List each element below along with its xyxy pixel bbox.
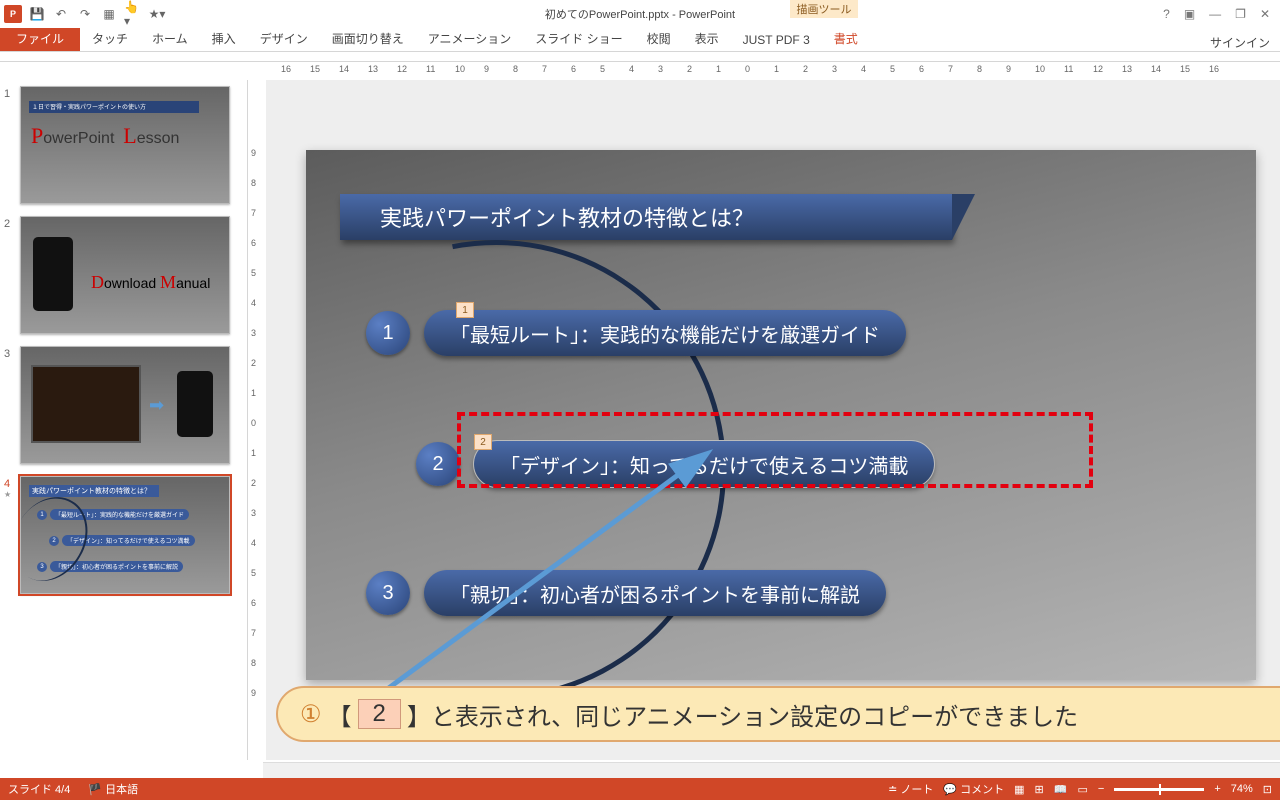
fit-to-window-icon[interactable]: ⊡ — [1263, 783, 1272, 796]
save-icon[interactable]: 💾 — [28, 5, 46, 23]
tab-design[interactable]: デザイン — [248, 26, 320, 51]
slide-item-1[interactable]: 1 「最短ルート」：実践的な機能だけを厳選ガイド — [366, 310, 906, 356]
callout-step-number: ① — [300, 700, 322, 729]
tab-home[interactable]: ホーム — [140, 26, 200, 51]
item-number-circle: 2 — [416, 442, 460, 486]
redo-icon[interactable]: ↷ — [76, 5, 94, 23]
tab-insert[interactable]: 挿入 — [200, 26, 248, 51]
status-bar: スライド 4/4 🏴 日本語 ≐ ノート 💬 コメント ▦ ⊞ 📖 ▭ − + … — [0, 778, 1280, 800]
tab-justpdf[interactable]: JUST PDF 3 — [731, 29, 822, 51]
phone-icon — [177, 371, 213, 437]
help-icon[interactable]: ? — [1163, 7, 1170, 21]
arrow-right-icon: ➡ — [149, 395, 164, 416]
tab-animation[interactable]: アニメーション — [416, 26, 524, 51]
normal-view-icon[interactable]: ▦ — [1014, 783, 1024, 796]
zoom-out-icon[interactable]: − — [1098, 783, 1104, 795]
item-number-circle: 3 — [366, 571, 410, 615]
instruction-callout: ① 【 2 】 と表示され、同じアニメーション設定のコピーができました — [276, 686, 1280, 742]
tab-slideshow[interactable]: スライド ショー — [523, 26, 634, 51]
powerpoint-app-icon: P — [4, 5, 22, 23]
ribbon-display-icon[interactable]: ▣ — [1184, 7, 1195, 21]
vertical-ruler: 9876543210123456789 — [248, 80, 266, 760]
animation-order-tag[interactable]: 1 — [456, 302, 474, 318]
slide-thumbnail-4[interactable]: 実践パワーポイント教材の特徴とは？ 1「最短ルート」：実践的な機能だけを厳選ガイ… — [20, 476, 230, 594]
reading-view-icon[interactable]: 📖 — [1054, 783, 1068, 796]
slide: 実践パワーポイント教材の特徴とは？ 1 「最短ルート」：実践的な機能だけを厳選ガ… — [306, 150, 1256, 680]
slide-canvas[interactable]: 実践パワーポイント教材の特徴とは？ 1 「最短ルート」：実践的な機能だけを厳選ガ… — [266, 80, 1280, 760]
tab-review[interactable]: 校閲 — [635, 26, 683, 51]
callout-bracket: 【 — [328, 697, 352, 732]
callout-badge: 2 — [358, 699, 401, 729]
phone-icon — [33, 237, 73, 311]
tab-file[interactable]: ファイル — [0, 26, 80, 51]
thumb-number: 1 — [4, 86, 20, 204]
slide-thumbnail-2[interactable]: Download Manual — [20, 216, 230, 334]
zoom-level[interactable]: 74% — [1231, 783, 1253, 795]
signin-link[interactable]: サインイン — [1210, 34, 1280, 51]
thumb1-text: PowerPoint Lesson — [31, 123, 179, 149]
window-title: 初めてのPowerPoint.pptx - PowerPoint — [545, 6, 735, 22]
touch-mode-icon[interactable]: 👆▾ — [124, 5, 142, 23]
ribbon-collapsed — [0, 52, 1280, 62]
comments-button[interactable]: 💬 コメント — [943, 781, 1004, 797]
thumb4-title: 実践パワーポイント教材の特徴とは？ — [29, 485, 159, 497]
thumb-number: 4★ — [4, 476, 20, 594]
minimize-icon[interactable]: — — [1209, 7, 1221, 21]
tab-transition[interactable]: 画面切り替え — [320, 26, 416, 51]
horizontal-scrollbar[interactable] — [263, 762, 1280, 778]
undo-icon[interactable]: ↶ — [52, 5, 70, 23]
slide-thumbnail-3[interactable]: ➡ — [20, 346, 230, 464]
zoom-in-icon[interactable]: + — [1214, 783, 1220, 795]
tab-format[interactable]: 書式 — [822, 26, 870, 51]
restore-icon[interactable]: ❐ — [1235, 7, 1246, 21]
title-bar: P 💾 ↶ ↷ ▦ 👆▾ ★▾ 初めてのPowerPoint.pptx - Po… — [0, 0, 1280, 28]
thumb-number: 2 — [4, 216, 20, 334]
slideshow-view-icon[interactable]: ▭ — [1077, 783, 1087, 796]
horizontal-ruler: 1615141312111098765432101234567891011121… — [263, 62, 1262, 80]
zoom-slider[interactable] — [1114, 788, 1204, 791]
slideshow-icon[interactable]: ▦ — [100, 5, 118, 23]
callout-bracket: 】 — [407, 697, 431, 732]
notes-button[interactable]: ≐ ノート — [888, 781, 933, 797]
thumb-number: 3 — [4, 346, 20, 464]
thumb2-text: Download Manual — [91, 272, 210, 293]
contextual-tab-label: 描画ツール — [790, 0, 858, 18]
callout-text: と表示され、同じアニメーション設定のコピーができました — [431, 697, 1078, 732]
status-language[interactable]: 🏴 日本語 — [88, 781, 138, 797]
tab-touch[interactable]: タッチ — [80, 26, 140, 51]
item-number-circle: 1 — [366, 311, 410, 355]
ribbon-tabs: ファイル タッチ ホーム 挿入 デザイン 画面切り替え アニメーション スライド… — [0, 28, 1280, 52]
thumb1-bar: １日で習得・実践パワーポイントの使い方 — [29, 101, 199, 113]
slide-thumbnail-panel: 1 １日で習得・実践パワーポイントの使い方 PowerPoint Lesson … — [0, 80, 248, 760]
workspace: 1 １日で習得・実践パワーポイントの使い方 PowerPoint Lesson … — [0, 80, 1280, 760]
sorter-view-icon[interactable]: ⊞ — [1035, 783, 1044, 796]
close-icon[interactable]: ✕ — [1260, 7, 1270, 21]
selection-highlight — [457, 412, 1093, 488]
thumb3-screen — [31, 365, 141, 443]
quick-access-toolbar: P 💾 ↶ ↷ ▦ 👆▾ ★▾ — [0, 5, 166, 23]
item-text-pill: 「最短ルート」：実践的な機能だけを厳選ガイド — [424, 310, 906, 356]
slide-title[interactable]: 実践パワーポイント教材の特徴とは？ — [340, 194, 952, 240]
item-text-pill: 「親切」：初心者が困るポイントを事前に解説 — [424, 570, 886, 616]
status-slide-number[interactable]: スライド 4/4 — [8, 781, 70, 797]
tab-view[interactable]: 表示 — [683, 26, 731, 51]
qat-customize-icon[interactable]: ★▾ — [148, 5, 166, 23]
slide-item-3[interactable]: 3 「親切」：初心者が困るポイントを事前に解説 — [366, 570, 886, 616]
slide-thumbnail-1[interactable]: １日で習得・実践パワーポイントの使い方 PowerPoint Lesson — [20, 86, 230, 204]
